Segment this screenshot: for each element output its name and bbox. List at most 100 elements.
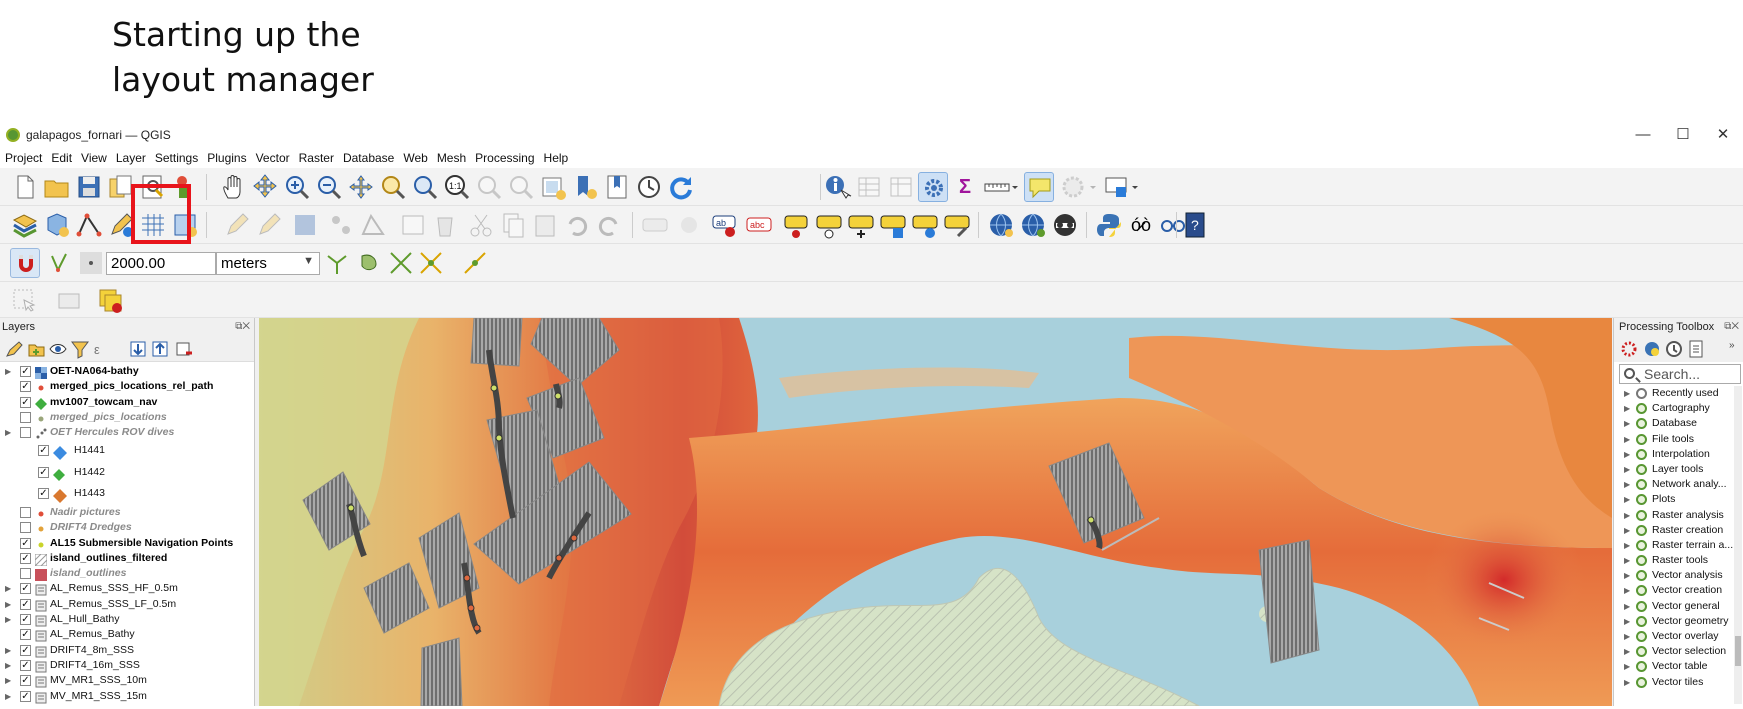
algorithm-group[interactable]: ▶ Vector selection: [1614, 644, 1742, 659]
expand-arrow-icon[interactable]: ▶: [1624, 416, 1630, 431]
expand-arrow-icon[interactable]: ▶: [1624, 401, 1630, 416]
menu-edit[interactable]: Edit: [51, 151, 72, 165]
menu-web[interactable]: Web: [403, 151, 427, 165]
layer-visibility-checkbox[interactable]: ✓: [20, 690, 31, 702]
avoid-overlap-icon[interactable]: [356, 248, 386, 278]
layer-visibility-checkbox[interactable]: ✓: [20, 659, 31, 671]
minimize-button[interactable]: —: [1623, 124, 1663, 146]
algorithm-group[interactable]: ▶ Raster analysis: [1614, 508, 1742, 523]
expand-arrow-icon[interactable]: ▶: [1624, 462, 1630, 477]
layer-visibility-checkbox[interactable]: ✓: [38, 488, 49, 500]
zoom-to-selection-icon[interactable]: [378, 172, 408, 202]
layer-visibility-checkbox[interactable]: [20, 568, 31, 580]
algorithm-group[interactable]: ▶ Cartography: [1614, 401, 1742, 416]
toggle-editing-icon[interactable]: [222, 210, 252, 240]
expand-arrow-icon[interactable]: ▶: [1624, 644, 1630, 659]
layer-visibility-checkbox[interactable]: ✓: [20, 598, 31, 610]
layer-item[interactable]: ▶ ✓ MV_MR1_SSS_10m: [0, 673, 254, 688]
scrollbar-thumb[interactable]: [1735, 636, 1741, 666]
layer-visibility-checkbox[interactable]: ✓: [20, 614, 31, 626]
filter-legend-icon[interactable]: [70, 339, 90, 359]
copy-features-icon[interactable]: [498, 210, 528, 240]
algorithm-group[interactable]: ▶ Interpolation: [1614, 447, 1742, 462]
expand-arrow-icon[interactable]: ▶: [1624, 568, 1630, 583]
self-snapping-icon[interactable]: [416, 248, 446, 278]
layer-labeling-options-icon[interactable]: ab: [710, 210, 740, 240]
layer-visibility-checkbox[interactable]: ✓: [20, 552, 31, 564]
panel-close-icon[interactable]: ⧉✕: [1724, 321, 1739, 332]
collapse-all-icon[interactable]: [150, 339, 170, 359]
map-tips-icon[interactable]: [1024, 172, 1054, 202]
layer-visibility-checkbox[interactable]: [20, 411, 31, 423]
pan-map-icon[interactable]: [218, 172, 248, 202]
move-label-icon[interactable]: [846, 210, 876, 240]
layer-item[interactable]: ✓ AL15 Submersible Navigation Points: [0, 536, 254, 551]
expand-arrow-icon[interactable]: ▶: [1624, 583, 1630, 598]
zoom-in-icon[interactable]: [282, 172, 312, 202]
menu-processing[interactable]: Processing: [475, 151, 534, 165]
decorations-icon[interactable]: [1060, 172, 1096, 202]
expand-arrow-icon[interactable]: ▶: [1624, 675, 1630, 690]
processing-toolbox-icon[interactable]: [918, 172, 948, 202]
layer-visibility-checkbox[interactable]: ✓: [20, 675, 31, 687]
field-calculator-icon[interactable]: [886, 172, 916, 202]
add-wms-layer-icon[interactable]: [986, 210, 1016, 240]
zoom-to-layer-icon[interactable]: [410, 172, 440, 202]
algorithm-group[interactable]: ▶ Vector analysis: [1614, 568, 1742, 583]
algorithm-group[interactable]: ▶ File tools: [1614, 432, 1742, 447]
topological-editing-icon[interactable]: [322, 248, 352, 278]
menu-settings[interactable]: Settings: [155, 151, 198, 165]
vertex-tool-icon[interactable]: [358, 210, 388, 240]
highlight-pinned-labels-icon[interactable]: [782, 210, 812, 240]
layer-visibility-checkbox[interactable]: ✓: [20, 366, 31, 377]
expand-arrow-icon[interactable]: ▶: [5, 364, 11, 379]
layer-item[interactable]: ▶ ✓ MV_MR1_SSS_15m: [0, 689, 254, 704]
label-pin-icon[interactable]: [674, 210, 704, 240]
new-project-icon[interactable]: [10, 172, 40, 202]
algorithm-group[interactable]: ▶ Network analy...: [1614, 477, 1742, 492]
expand-arrow-icon[interactable]: ▶: [5, 425, 11, 440]
remove-layer-icon[interactable]: [174, 339, 194, 359]
statistics-summary-icon[interactable]: Σ: [950, 172, 980, 202]
snapping-pixel-icon[interactable]: [76, 248, 106, 278]
cut-features-icon[interactable]: [466, 210, 496, 240]
help-icon[interactable]: ?: [1180, 210, 1210, 240]
expand-arrow-icon[interactable]: ▶: [1624, 629, 1630, 644]
expand-arrow-icon[interactable]: ▶: [1624, 599, 1630, 614]
add-wfs-layer-icon[interactable]: [1018, 210, 1048, 240]
new-map-view-icon[interactable]: [538, 172, 568, 202]
expand-arrow-icon[interactable]: ▶: [1624, 386, 1630, 401]
add-feature-icon[interactable]: [326, 210, 356, 240]
scripts-python-icon[interactable]: [1642, 339, 1662, 359]
algorithm-group[interactable]: ▶ Plots: [1614, 492, 1742, 507]
layer-item[interactable]: ▶ ✓ DRIFT4_8m_SSS: [0, 643, 254, 658]
change-label-icon[interactable]: [910, 210, 940, 240]
snapping-vertex-icon[interactable]: [46, 248, 76, 278]
save-edits-icon[interactable]: [290, 210, 320, 240]
openlayers-plugin-icon[interactable]: [1050, 210, 1080, 240]
layer-visibility-checkbox[interactable]: ✓: [38, 445, 49, 457]
layer-item[interactable]: ▶ OET Hercules ROV dives: [0, 425, 254, 440]
expand-arrow-icon[interactable]: ▶: [5, 612, 11, 627]
intersection-snapping-icon[interactable]: [386, 248, 416, 278]
expand-arrow-icon[interactable]: ▶: [1624, 523, 1630, 538]
identify-features-icon[interactable]: [822, 172, 852, 202]
layer-item[interactable]: ✓ AL_Remus_Bathy: [0, 627, 254, 642]
paste-features-icon[interactable]: [530, 210, 560, 240]
new-bookmark-icon[interactable]: [570, 172, 600, 202]
new-geopackage-layer-icon[interactable]: [42, 210, 72, 240]
expand-arrow-icon[interactable]: ▶: [5, 597, 11, 612]
algorithm-group[interactable]: ▶ Raster terrain a...: [1614, 538, 1742, 553]
select-by-expression-icon[interactable]: [96, 286, 126, 316]
rotate-label-icon[interactable]: [878, 210, 908, 240]
expand-arrow-icon[interactable]: ▶: [1624, 508, 1630, 523]
annotation-tools-icon[interactable]: [1102, 172, 1138, 202]
undo-icon[interactable]: [562, 210, 592, 240]
add-group-icon[interactable]: [26, 339, 46, 359]
layer-visibility-checkbox[interactable]: ✓: [20, 537, 31, 549]
layer-visibility-checkbox[interactable]: [20, 506, 31, 518]
expand-arrow-icon[interactable]: ▶: [1624, 477, 1630, 492]
algorithm-group[interactable]: ▶ Vector general: [1614, 599, 1742, 614]
algorithm-group[interactable]: ▶ Vector tiles: [1614, 675, 1742, 690]
layer-visibility-checkbox[interactable]: ✓: [38, 466, 49, 478]
